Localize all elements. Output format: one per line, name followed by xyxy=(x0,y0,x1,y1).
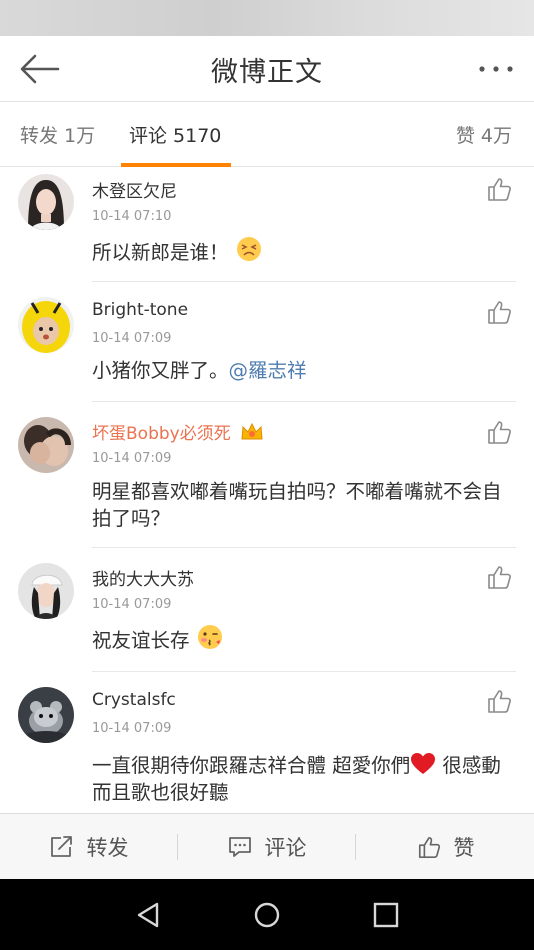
comment-time: 10-14 07:09 xyxy=(92,721,172,736)
comment-text: 一直很期待你跟羅志祥合體 超愛你們 很感動 而且歌也很好聽 xyxy=(92,752,520,806)
comment-time: 10-14 07:09 xyxy=(92,451,172,466)
comment-author-name: 坏蛋Bobby必须死 xyxy=(92,424,231,444)
comment-time: 10-14 07:09 xyxy=(92,597,172,612)
like-thumb-icon[interactable] xyxy=(486,688,512,714)
avatar[interactable] xyxy=(18,417,74,473)
comment-item: 坏蛋Bobby必须死 10-14 07:09 明星都喜欢嘟着嘴玩自拍吗？不嘟着嘴… xyxy=(0,402,534,548)
bottom-action-bar: 转发 评论 赞 xyxy=(0,813,534,879)
repost-button[interactable]: 转发 xyxy=(0,814,177,880)
detail-tabs: 转发 1万 评论 5170 赞 4万 xyxy=(0,103,534,167)
status-bar xyxy=(0,0,534,36)
like-thumb-icon[interactable] xyxy=(486,176,512,202)
comment-author[interactable]: Bright-tone xyxy=(92,300,188,320)
like-thumb-icon[interactable] xyxy=(486,564,512,590)
repost-label: 转发 xyxy=(86,836,129,860)
comment-text-content: 小猪你又胖了。 xyxy=(92,359,229,382)
avatar[interactable] xyxy=(18,687,74,743)
top-header: 微博正文 xyxy=(0,36,534,102)
comment-item: 我的大大大苏 10-14 07:09 祝友谊长存 xyxy=(0,548,534,672)
comment-label: 评论 xyxy=(264,836,307,860)
avatar[interactable] xyxy=(18,174,74,230)
comment-author[interactable]: 我的大大大苏 xyxy=(92,565,194,590)
comment-author[interactable]: 木登区欠尼 xyxy=(92,177,177,202)
red-heart-emoji-icon xyxy=(411,753,436,774)
nav-home-icon[interactable] xyxy=(251,899,283,931)
comment-item: Bright-tone 10-14 07:09 小猪你又胖了。@羅志祥 xyxy=(0,282,534,402)
comment-text: 明星都喜欢嘟着嘴玩自拍吗？不嘟着嘴就不会自拍了吗？ xyxy=(92,480,502,530)
system-nav-bar xyxy=(0,879,534,950)
tab-repost[interactable]: 转发 1万 xyxy=(20,121,95,148)
nav-recents-icon[interactable] xyxy=(370,899,402,931)
active-tab-indicator xyxy=(121,163,231,167)
comment-item: 木登区欠尼 10-14 07:10 所以新郎是谁！ xyxy=(0,168,534,282)
nav-back-icon[interactable] xyxy=(133,899,165,931)
page-title: 微博正文 xyxy=(211,57,323,88)
like-thumb-icon[interactable] xyxy=(486,419,512,445)
comment-icon xyxy=(228,837,251,857)
kiss-emoji-icon xyxy=(197,625,222,649)
comment-item: Crystalsfc 10-14 07:09 一直很期待你跟羅志祥合體 超愛你們… xyxy=(0,672,534,813)
persevere-emoji-icon xyxy=(236,237,261,261)
comment-text-part: 一直很期待你跟羅志祥合體 超愛你們 xyxy=(92,754,411,777)
repost-icon xyxy=(50,836,72,857)
comment-text: 小猪你又胖了。@羅志祥 xyxy=(92,357,520,384)
avatar[interactable] xyxy=(18,563,74,619)
comment-text: 所以新郎是谁！ xyxy=(92,235,520,266)
comment-text-content: 所以新郎是谁！ xyxy=(92,241,229,264)
comment-text: 祝友谊长存 xyxy=(92,623,520,654)
more-dots-icon xyxy=(479,66,513,72)
comment-author[interactable]: 坏蛋Bobby必须死 xyxy=(92,419,264,444)
like-icon xyxy=(418,836,440,858)
comment-text-content: 祝友谊长存 xyxy=(92,629,190,652)
comment-time: 10-14 07:10 xyxy=(92,209,172,224)
comment-author[interactable]: Crystalsfc xyxy=(92,690,176,710)
comment-time: 10-14 07:09 xyxy=(92,331,172,346)
more-options-button[interactable] xyxy=(476,56,516,82)
mention-link[interactable]: @羅志祥 xyxy=(229,359,307,382)
like-button[interactable]: 赞 xyxy=(356,814,534,880)
comment-button[interactable]: 评论 xyxy=(178,814,355,880)
vip-crown-icon xyxy=(241,422,263,440)
like-label: 赞 xyxy=(453,836,475,860)
back-arrow-icon xyxy=(20,54,60,84)
like-thumb-icon[interactable] xyxy=(486,299,512,325)
tab-comments[interactable]: 评论 5170 xyxy=(129,121,221,148)
comment-list[interactable]: 木登区欠尼 10-14 07:10 所以新郎是谁！ Bright-tone 10… xyxy=(0,168,534,813)
back-button[interactable] xyxy=(18,52,62,86)
avatar[interactable] xyxy=(18,297,74,353)
tab-likes[interactable]: 赞 4万 xyxy=(456,121,512,148)
